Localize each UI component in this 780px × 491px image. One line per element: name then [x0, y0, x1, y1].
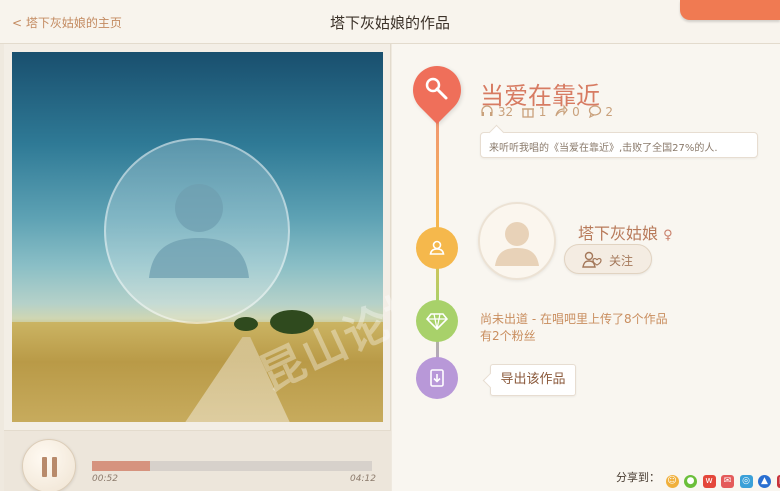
total-time: 04:12 [350, 474, 376, 484]
cover-avatar-ring [104, 138, 290, 324]
person-icon [429, 240, 445, 255]
diamond-icon [426, 313, 448, 331]
progress-fill [92, 461, 150, 471]
user-avatar[interactable] [478, 202, 556, 280]
wechat-share-icon[interactable]: ● [684, 475, 697, 488]
fans-info: 有2个粉丝 [480, 329, 536, 343]
gift-count: 1 [538, 105, 547, 119]
audio-player: 00:52 04:12 [4, 430, 391, 491]
listen-count: 32 [497, 105, 514, 119]
left-panel: 昆山论坛 BBS KUNSHAN 00:52 04:12 [4, 44, 780, 491]
kaixin-share-icon[interactable]: ▲ [758, 475, 771, 488]
rank-bubble: 来听听我唱的《当爱在靠近》,击败了全国27%的人. [480, 132, 758, 158]
share-label: 分享到： [616, 471, 660, 484]
progress-bar[interactable] [92, 461, 372, 471]
upload-info: 尚未出道 - 在唱吧里上传了8个作品 [480, 312, 668, 326]
corner-ribbon[interactable] [680, 0, 780, 20]
current-time: 00:52 [92, 474, 118, 484]
comment-icon [588, 105, 601, 118]
qzone-share-icon[interactable]: ☺ [665, 475, 679, 488]
cover-image [12, 52, 383, 422]
renren-share-icon[interactable]: ✉ [721, 475, 734, 488]
export-button[interactable]: 导出该作品 [490, 364, 576, 396]
level-node [416, 300, 458, 342]
share-arrow-icon [555, 104, 568, 117]
douban-share-icon[interactable]: ■ [776, 475, 780, 488]
pause-bar [52, 457, 57, 477]
avatar-placeholder-icon [495, 222, 539, 266]
share-count: 0 [572, 105, 580, 119]
comment-count: 2 [605, 105, 613, 119]
user-node [416, 227, 458, 269]
pause-button[interactable] [22, 439, 76, 491]
default-avatar-icon [149, 184, 249, 278]
follow-button[interactable]: 关注 [564, 244, 652, 274]
export-file-icon [430, 369, 444, 387]
user-name-text: 塔下灰姑娘 [578, 224, 659, 243]
export-node [416, 357, 458, 399]
follow-label: 关注 [609, 254, 634, 268]
song-stats: 32 1 0 2 [480, 104, 617, 119]
page-title: 塔下灰姑娘的作品 [329, 14, 450, 32]
female-icon: ♀ [663, 228, 673, 243]
follow-icon [582, 251, 602, 268]
header: < 塔下灰姑娘的主页 塔下灰姑娘的作品 [0, 0, 780, 44]
weibo-share-icon[interactable]: w [702, 475, 716, 488]
user-name: 塔下灰姑娘 ♀ [578, 220, 673, 244]
pause-bar [42, 457, 47, 477]
microphone-icon [422, 74, 452, 104]
headphones-icon [481, 105, 493, 116]
share-bar: 分享到： ☺ ● w ✉ ◎ ▲ ■ + [616, 469, 780, 488]
right-panel: 当爱在靠近 32 1 0 2 来听听我唱的《当爱在靠近》,击败了全国27%的人.… [392, 44, 780, 491]
gift-icon [521, 108, 534, 118]
tencent-weibo-share-icon[interactable]: ◎ [739, 475, 753, 488]
